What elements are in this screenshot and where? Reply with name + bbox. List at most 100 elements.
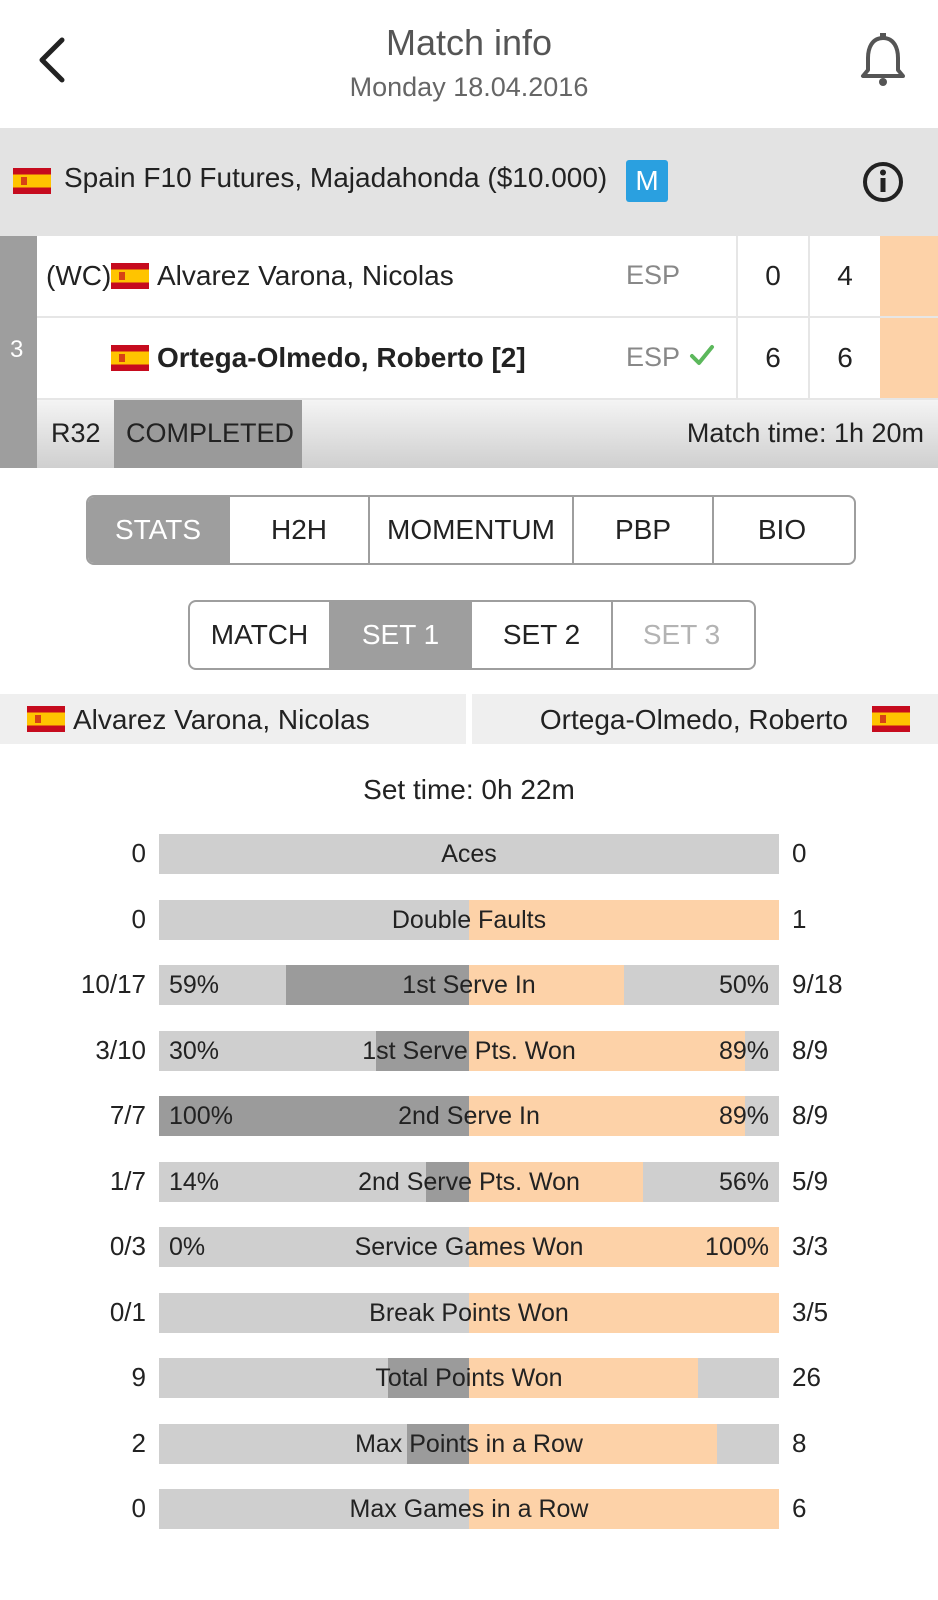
set-score: 4	[808, 236, 880, 316]
round-label: R32	[51, 418, 101, 448]
match-status-bar: R32 COMPLETED Match time: 1h 20m	[37, 400, 938, 468]
stat-right-value: 3/3	[792, 1231, 829, 1261]
set-score: 6	[808, 318, 880, 398]
stat-left-value: 1/7	[109, 1165, 146, 1196]
tab-bio[interactable]: BIO	[714, 497, 850, 563]
stat-right-value: 9/18	[792, 969, 843, 999]
player-name: Alvarez Varona, Nicolas	[157, 260, 454, 291]
stat-left-value: 0	[131, 1493, 146, 1523]
stat-bar: Max Games in a Row	[159, 1489, 779, 1529]
stat-left-value: 2	[131, 1427, 146, 1458]
stat-right-value: 3/5	[792, 1296, 829, 1327]
stat-row: 0 Double Faults 1	[0, 899, 938, 940]
stat-right-value: 1	[792, 903, 807, 934]
stat-bar: 0% 100% Service Games Won	[159, 1227, 779, 1267]
player-row: (WC) Alvarez Varona, Nicolas ESP 0 4	[37, 236, 938, 318]
tab-h2h[interactable]: H2H	[230, 497, 370, 563]
match-date: Monday 18.04.2016	[349, 72, 589, 102]
match-scoreboard[interactable]: 3 (WC) Alvarez Varona, Nicolas ESP 0 4 O…	[0, 236, 938, 468]
stat-right-value: 26	[792, 1362, 821, 1392]
tab-set-1[interactable]: SET 1	[331, 602, 472, 668]
stat-bar: Break Points Won	[159, 1292, 779, 1333]
match-time: Match time: 1h 20m	[686, 418, 924, 448]
stat-left-value: 10/17	[80, 969, 146, 999]
stat-left-value: 0	[131, 838, 146, 868]
stat-left-value: 0/3	[109, 1231, 146, 1261]
stat-label: Total Points Won	[375, 1364, 563, 1392]
player-country: ESP	[626, 260, 681, 290]
stat-bar: 100% 89% 2nd Serve In	[159, 1096, 779, 1136]
status-badge: COMPLETED	[114, 400, 302, 468]
stat-label: Double Faults	[391, 905, 547, 934]
set-tabs: MATCH SET 1 SET 2 SET 3	[188, 600, 756, 670]
left-player-name: Alvarez Varona, Nicolas	[73, 704, 370, 735]
app-header: Match info Monday 18.04.2016	[0, 0, 938, 128]
stat-label: 2nd Serve Pts. Won	[358, 1167, 580, 1196]
left-player-header: Alvarez Varona, Nicolas	[0, 694, 466, 744]
stat-label: Aces	[441, 840, 497, 868]
stat-label: 1st Serve In	[402, 971, 536, 999]
player-row: Ortega-Olmedo, Roberto [2] ESP 6 6	[37, 318, 938, 400]
spain-flag-icon	[872, 706, 910, 732]
stat-bar: Double Faults	[159, 899, 779, 940]
player-name: Ortega-Olmedo, Roberto [2]	[157, 342, 526, 373]
stat-label: 1st Serve Pts. Won	[362, 1036, 576, 1065]
stat-row: 3/10 30% 89% 1st Serve Pts. Won 8/9	[0, 1030, 938, 1071]
player-country: ESP	[626, 342, 681, 372]
current-game-cell	[880, 318, 938, 398]
stat-row: 0/3 0% 100% Service Games Won 3/3	[0, 1227, 938, 1267]
set-score: 6	[736, 318, 808, 398]
stat-right-value: 8	[792, 1427, 807, 1458]
status-text: COMPLETED	[126, 418, 295, 448]
stat-right-value: 8/9	[792, 1100, 829, 1130]
tab-momentum[interactable]: MOMENTUM	[370, 497, 574, 563]
tab-stats[interactable]: STATS	[88, 497, 230, 563]
stat-bar: Max Points in a Row	[159, 1423, 779, 1464]
stat-bar: Aces	[159, 834, 779, 874]
tournament-bar: Spain F10 Futures, Majadahonda ($10.000)…	[0, 128, 938, 236]
tab-set-3: SET 3	[642, 619, 721, 650]
stat-left-value: 9	[131, 1362, 146, 1392]
player-prefix: (WC)	[46, 260, 112, 291]
tournament-name: Spain F10 Futures, Majadahonda ($10.000)	[64, 162, 608, 193]
stat-label: Break Points Won	[369, 1298, 569, 1327]
bell-icon[interactable]	[858, 32, 908, 88]
spain-flag-icon	[111, 263, 149, 294]
stat-row: 9 Total Points Won 26	[0, 1358, 938, 1398]
stat-bar: 30% 89% 1st Serve Pts. Won	[159, 1030, 779, 1071]
right-player-name: Ortega-Olmedo, Roberto	[539, 704, 848, 735]
page-title: Match info	[385, 22, 553, 63]
stat-row: 2 Max Points in a Row 8	[0, 1423, 938, 1464]
set-time: Set time: 0h 22m	[363, 774, 575, 805]
tab-set-2[interactable]: SET 2	[472, 602, 613, 668]
stat-right-value: 6	[792, 1493, 807, 1523]
spain-flag-icon	[27, 706, 65, 732]
spain-flag-icon	[111, 345, 149, 376]
stat-label: Max Games in a Row	[349, 1495, 589, 1523]
tab-pbp[interactable]: PBP	[574, 497, 714, 563]
info-icon[interactable]	[862, 161, 904, 203]
stat-row: 0 Max Games in a Row 6	[0, 1489, 938, 1529]
main-tabs: STATS H2H MOMENTUM PBP BIO	[86, 495, 856, 565]
stat-right-value: 0	[792, 838, 807, 868]
stat-right-value: 5/9	[792, 1165, 829, 1196]
stat-bar: 59% 50% 1st Serve In	[159, 965, 779, 1005]
stat-row: 0/1 Break Points Won 3/5	[0, 1292, 938, 1333]
stat-row: 1/7 14% 56% 2nd Serve Pts. Won 5/9	[0, 1161, 938, 1202]
stat-row: 10/17 59% 50% 1st Serve In 9/18	[0, 965, 938, 1005]
current-game-cell	[880, 236, 938, 316]
stat-row: 7/7 100% 89% 2nd Serve In 8/9	[0, 1096, 938, 1136]
stat-label: Service Games Won	[354, 1233, 584, 1261]
stat-left-value: 0	[131, 903, 146, 934]
stat-left-value: 7/7	[109, 1100, 146, 1130]
stat-bar: 14% 56% 2nd Serve Pts. Won	[159, 1161, 779, 1202]
stat-label: Max Points in a Row	[355, 1429, 583, 1458]
stat-left-value: 3/10	[95, 1034, 146, 1065]
tab-match[interactable]: MATCH	[190, 602, 331, 668]
tournament-badge: M	[626, 160, 668, 202]
spain-flag-icon	[13, 168, 51, 194]
winner-check-icon	[689, 342, 715, 373]
stat-row: 0 Aces 0	[0, 834, 938, 874]
court-number-strip: 3	[0, 236, 37, 468]
set-score: 0	[736, 236, 808, 316]
